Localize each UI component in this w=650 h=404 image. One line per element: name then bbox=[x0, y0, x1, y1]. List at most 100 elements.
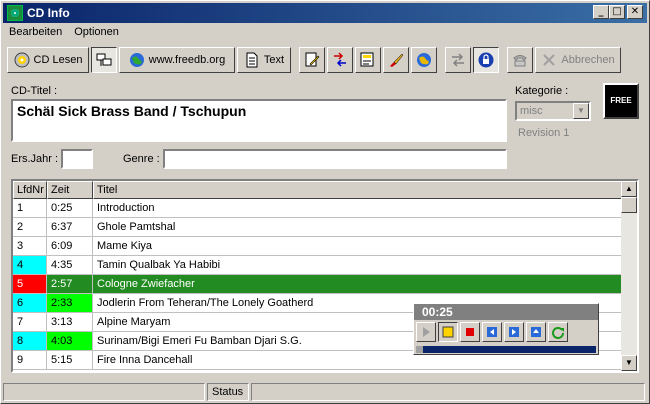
table-header: LfdNr Zeit Titel bbox=[13, 181, 623, 199]
revision-text: Revision 1 bbox=[518, 127, 570, 139]
kategorie-select[interactable]: misc ▼ bbox=[515, 101, 591, 121]
freedb-label: www.freedb.org bbox=[148, 54, 226, 66]
lock-icon bbox=[478, 52, 494, 68]
abbrechen-label: Abbrechen bbox=[561, 54, 615, 66]
lock-button[interactable] bbox=[473, 47, 499, 73]
table-row[interactable]: 4 4:35 Tamin Qualbak Ya Habibi bbox=[13, 256, 623, 275]
transfer-arrows-icon bbox=[450, 52, 466, 68]
globe-icon bbox=[129, 52, 145, 68]
freedb-button[interactable]: www.freedb.org bbox=[119, 47, 235, 73]
paint-button[interactable] bbox=[383, 47, 409, 73]
web-button[interactable] bbox=[411, 47, 437, 73]
player-stop-button[interactable] bbox=[460, 322, 480, 342]
column-header-titel[interactable]: Titel bbox=[93, 181, 623, 199]
table-row[interactable]: 5 2:57 Cologne Zwiefacher bbox=[13, 275, 623, 294]
ersjahr-label: Ers.Jahr : bbox=[11, 153, 59, 165]
table-row[interactable]: 1 0:25 Introduction bbox=[13, 199, 623, 218]
ersjahr-field[interactable] bbox=[61, 149, 93, 169]
track-time: 6:37 bbox=[47, 218, 93, 236]
track-time: 6:09 bbox=[47, 237, 93, 255]
sort-button[interactable] bbox=[327, 47, 353, 73]
table-row[interactable]: 3 6:09 Mame Kiya bbox=[13, 237, 623, 256]
player-eject-button[interactable] bbox=[526, 322, 546, 342]
sort-arrows-icon bbox=[332, 52, 348, 68]
genre-field[interactable] bbox=[163, 149, 507, 169]
track-number: 9 bbox=[13, 351, 47, 369]
status-panel-left bbox=[3, 383, 205, 401]
cd-titel-label: CD-Titel : bbox=[11, 85, 58, 97]
app-icon bbox=[7, 5, 23, 21]
column-header-lfdnr[interactable]: LfdNr bbox=[13, 181, 47, 199]
track-title: Tamin Qualbak Ya Habibi bbox=[97, 259, 221, 271]
properties-icon bbox=[360, 52, 376, 68]
track-time: 4:03 bbox=[47, 332, 93, 350]
status-panel-status: Status bbox=[207, 383, 249, 401]
phone-button[interactable] bbox=[507, 47, 533, 73]
network-icon bbox=[96, 52, 112, 68]
toolbar: CD Lesen www.freedb.org Text Abbrechen bbox=[7, 46, 623, 74]
title-bar[interactable]: CD Info _ □ ✕ bbox=[3, 3, 647, 23]
kategorie-label: Kategorie : bbox=[515, 85, 569, 97]
table-row[interactable]: 2 6:37 Ghole Pamtshal bbox=[13, 218, 623, 237]
menu-optionen[interactable]: Optionen bbox=[68, 24, 125, 42]
track-time: 2:57 bbox=[47, 275, 93, 293]
scroll-up-button[interactable]: ▲ bbox=[621, 181, 637, 197]
close-button[interactable]: ✕ bbox=[627, 5, 643, 19]
vertical-scrollbar[interactable]: ▲ ▼ bbox=[621, 181, 637, 371]
freedb-logo: FREE bbox=[603, 83, 639, 119]
minimize-button[interactable]: _ bbox=[593, 5, 609, 19]
player-play-button[interactable] bbox=[416, 322, 436, 342]
kategorie-value: misc bbox=[520, 105, 543, 117]
text-button[interactable]: Text bbox=[237, 47, 291, 73]
track-number: 2 bbox=[13, 218, 47, 236]
edit-document-icon bbox=[304, 52, 320, 68]
cd-titel-field[interactable]: Schäl Sick Brass Band / Tschupun bbox=[11, 99, 507, 142]
track-title: Cologne Zwiefacher bbox=[97, 278, 195, 290]
text-label: Text bbox=[263, 54, 285, 66]
maximize-button[interactable]: □ bbox=[609, 5, 625, 19]
properties-button[interactable] bbox=[355, 47, 381, 73]
track-title: Mame Kiya bbox=[97, 240, 153, 252]
status-bar: Status bbox=[3, 383, 647, 401]
mini-player: 00:25 bbox=[413, 303, 599, 355]
window-title: CD Info bbox=[27, 6, 70, 20]
track-number: 4 bbox=[13, 256, 47, 274]
cd-lesen-label: CD Lesen bbox=[33, 54, 83, 66]
track-time: 2:33 bbox=[47, 294, 93, 312]
player-previous-button[interactable] bbox=[482, 322, 502, 342]
document-icon bbox=[244, 52, 260, 68]
player-progress-bar[interactable] bbox=[416, 346, 596, 353]
track-number: 6 bbox=[13, 294, 47, 312]
column-header-zeit[interactable]: Zeit bbox=[47, 181, 93, 199]
menu-bar: Bearbeiten Optionen bbox=[3, 24, 125, 42]
scroll-thumb[interactable] bbox=[621, 197, 637, 213]
player-next-button[interactable] bbox=[504, 322, 524, 342]
phone-icon bbox=[512, 52, 528, 68]
track-time: 3:13 bbox=[47, 313, 93, 331]
abbrechen-button[interactable]: Abbrechen bbox=[535, 47, 621, 73]
player-progress-fill bbox=[416, 346, 424, 353]
track-time: 4:35 bbox=[47, 256, 93, 274]
edit-entry-button[interactable] bbox=[299, 47, 325, 73]
track-time: 5:15 bbox=[47, 351, 93, 369]
cancel-x-icon bbox=[541, 52, 557, 68]
chevron-down-icon[interactable]: ▼ bbox=[573, 103, 589, 119]
track-number: 7 bbox=[13, 313, 47, 331]
track-title: Introduction bbox=[97, 202, 155, 214]
status-panel-right bbox=[251, 383, 645, 401]
player-pause-button[interactable] bbox=[438, 322, 458, 342]
cd-lesen-button[interactable]: CD Lesen bbox=[7, 47, 89, 73]
scroll-down-button[interactable]: ▼ bbox=[621, 355, 637, 371]
track-title: Ghole Pamtshal bbox=[97, 221, 176, 233]
track-number: 1 bbox=[13, 199, 47, 217]
track-number: 5 bbox=[13, 275, 47, 293]
menu-bearbeiten[interactable]: Bearbeiten bbox=[3, 24, 68, 42]
track-number: 3 bbox=[13, 237, 47, 255]
track-number: 8 bbox=[13, 332, 47, 350]
track-time: 0:25 bbox=[47, 199, 93, 217]
network-button[interactable] bbox=[91, 47, 117, 73]
globe-icon bbox=[416, 52, 432, 68]
player-repeat-button[interactable] bbox=[548, 322, 568, 342]
transfer-button[interactable] bbox=[445, 47, 471, 73]
player-time: 00:25 bbox=[414, 304, 598, 320]
